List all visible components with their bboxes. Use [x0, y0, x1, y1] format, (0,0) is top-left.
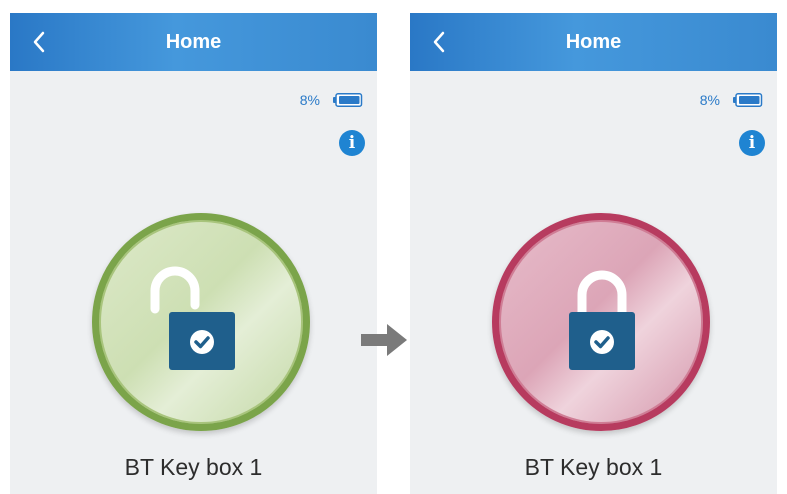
lock-toggle-button[interactable]	[492, 213, 710, 431]
lock-toggle-button[interactable]	[92, 213, 310, 431]
padlock-open-icon	[150, 266, 235, 370]
info-button[interactable]: i	[339, 130, 365, 156]
battery-percent: 8%	[299, 92, 320, 108]
page-title: Home	[565, 31, 622, 53]
battery-status: 8%	[700, 92, 763, 108]
back-button[interactable]	[422, 13, 456, 71]
navigation-bar: Home	[10, 13, 377, 71]
phone-screen-locked: Home 8% i BT Key box 1	[410, 13, 777, 494]
battery-status: 8%	[300, 92, 363, 108]
navigation-bar: Home	[410, 13, 777, 71]
battery-icon	[333, 93, 363, 107]
padlock-closed-icon	[569, 270, 635, 370]
chevron-left-icon	[433, 31, 445, 53]
phone-screen-unlocked: Home 8% i BT Key box 1	[10, 13, 377, 494]
chevron-left-icon	[33, 31, 45, 53]
back-button[interactable]	[22, 13, 56, 71]
info-button[interactable]: i	[739, 130, 765, 156]
battery-percent: 8%	[699, 92, 720, 108]
device-name: BT Key box 1	[124, 454, 263, 480]
page-title: Home	[165, 31, 222, 53]
device-name: BT Key box 1	[524, 454, 663, 480]
battery-icon	[733, 93, 763, 107]
arrow-right-icon	[361, 324, 407, 356]
